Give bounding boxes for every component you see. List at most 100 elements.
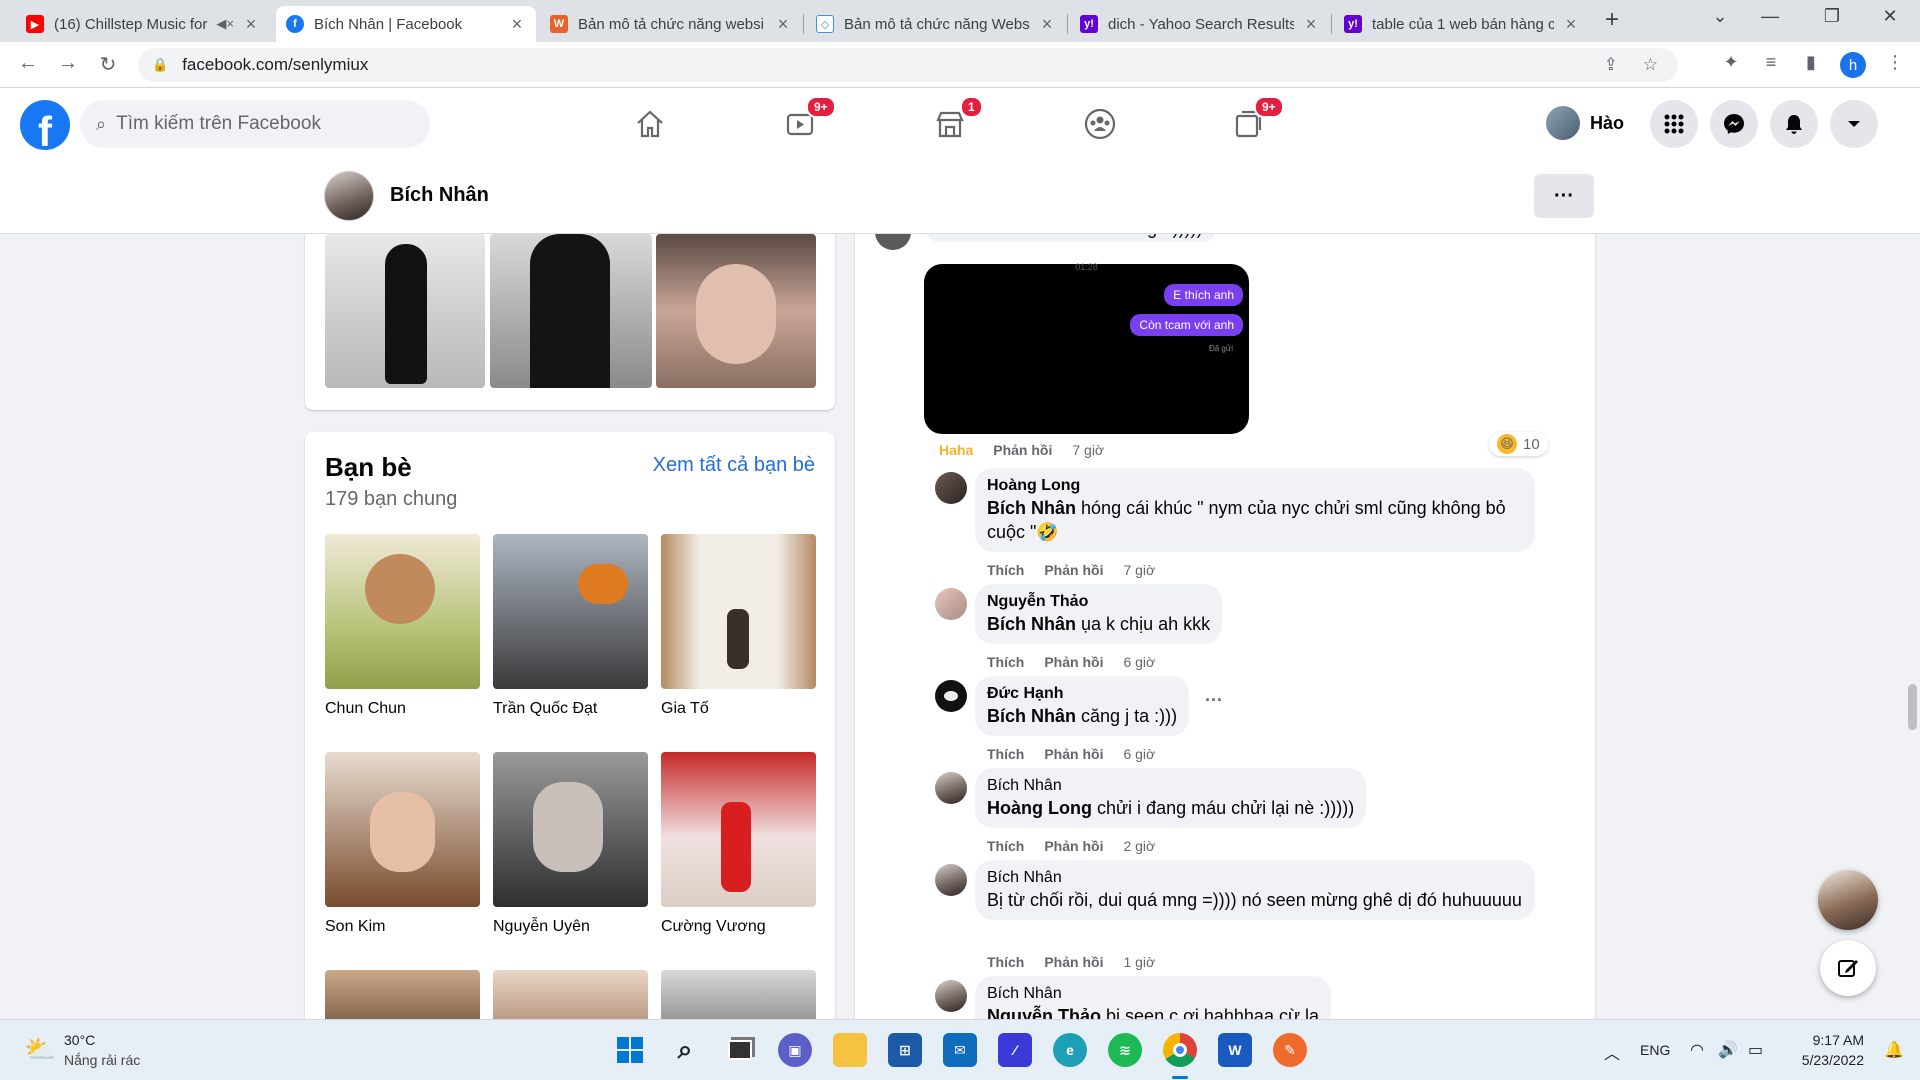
comment-tag[interactable]: Bích Nhân <box>987 706 1076 726</box>
battery-icon[interactable]: ▭ <box>1748 1040 1763 1060</box>
profile-more-button[interactable]: ··· <box>1534 174 1594 218</box>
search-input[interactable]: ⌕ Tìm kiếm trên Facebook <box>80 100 430 148</box>
clock-time[interactable]: 9:17 AM <box>1790 1032 1864 1048</box>
account-dropdown-icon[interactable] <box>1830 100 1878 148</box>
browser-tab-youtube[interactable]: ▶ (16) Chillstep Music for ◀× × <box>16 6 270 42</box>
photo-thumbnail[interactable] <box>490 234 652 388</box>
restore-button[interactable]: ❐ <box>1812 6 1852 27</box>
reload-icon[interactable]: ↻ <box>94 52 122 77</box>
mail-icon[interactable]: ✉ <box>943 1033 977 1067</box>
reply-link[interactable]: Phản hồi <box>1044 746 1103 762</box>
reply-link[interactable]: Phản hồi <box>993 442 1052 458</box>
groups-icon[interactable] <box>1080 104 1120 144</box>
avatar[interactable] <box>875 234 911 250</box>
windows-start-icon[interactable] <box>613 1033 647 1067</box>
friend-name[interactable]: Son Kim <box>325 918 385 936</box>
tab-search-icon[interactable]: ⌄ <box>1700 6 1740 27</box>
like-link[interactable]: Thích <box>987 654 1024 670</box>
friend-photo[interactable] <box>493 970 648 1019</box>
avatar[interactable] <box>935 472 967 504</box>
comment-tag[interactable]: Nguyễn Thảo <box>987 1006 1101 1019</box>
profile-avatar[interactable]: h <box>1840 52 1866 78</box>
app-icon[interactable]: ⁄ <box>998 1033 1032 1067</box>
pen-app-icon[interactable]: ✎ <box>1273 1033 1307 1067</box>
forward-icon[interactable]: → <box>54 52 82 75</box>
edge-icon[interactable]: e <box>1053 1033 1087 1067</box>
browser-tab-yahoo-2[interactable]: y! table của 1 web bán hàng c × <box>1334 6 1590 42</box>
close-tab-icon[interactable]: × <box>508 14 526 35</box>
marketplace-icon[interactable]: 1 <box>930 96 983 144</box>
file-explorer-icon[interactable] <box>833 1033 867 1067</box>
comment-author[interactable]: Hoàng Long <box>987 476 1523 496</box>
share-icon[interactable]: ⇪ <box>1604 55 1618 75</box>
comment-tag[interactable]: Bích Nhân <box>987 614 1076 634</box>
weather-temperature[interactable]: 30°C <box>64 1032 95 1048</box>
like-link[interactable]: Thích <box>987 746 1024 762</box>
friend-photo[interactable] <box>493 534 648 689</box>
like-link[interactable]: Thích <box>987 562 1024 578</box>
home-icon[interactable] <box>630 104 670 144</box>
friend-photo[interactable] <box>493 752 648 907</box>
menu-kebab-icon[interactable]: ⋮ <box>1882 52 1908 73</box>
profile-avatar[interactable] <box>324 171 374 221</box>
scrollbar-thumb[interactable] <box>1908 684 1917 730</box>
reply-link[interactable]: Phản hồi <box>1044 562 1103 578</box>
browser-tab-facebook[interactable]: f Bích Nhân | Facebook × <box>276 6 536 42</box>
reaction-summary[interactable]: 😆 10 <box>1489 432 1548 456</box>
watch-icon[interactable]: 9+ <box>780 96 836 144</box>
profile-name[interactable]: Bích Nhân <box>390 184 489 207</box>
photo-thumbnail[interactable] <box>656 234 816 388</box>
comment-author[interactable]: Đức Hạnh <box>987 684 1177 704</box>
chat-head-avatar[interactable] <box>1818 870 1878 930</box>
friend-name[interactable]: Cường Vương <box>661 918 766 936</box>
new-message-button[interactable] <box>1820 940 1876 996</box>
like-link[interactable]: Thích <box>987 838 1024 854</box>
user-profile-link[interactable]: Hào <box>1546 106 1624 140</box>
reply-link[interactable]: Phản hồi <box>1044 654 1103 670</box>
comment-tag[interactable]: Hoàng Long <box>987 798 1092 818</box>
address-bar[interactable]: 🔒 facebook.com/senlymiux ⇪ ☆ <box>138 48 1678 82</box>
close-tab-icon[interactable]: × <box>1038 14 1056 35</box>
close-tab-icon[interactable]: × <box>1562 14 1580 35</box>
like-link[interactable]: Thích <box>987 954 1024 970</box>
reply-link[interactable]: Phản hồi <box>1044 838 1103 854</box>
avatar[interactable] <box>935 680 967 712</box>
comment-author[interactable]: Nguyễn Thảo <box>987 592 1210 612</box>
wifi-icon[interactable]: ◠ <box>1690 1040 1704 1060</box>
tray-chevron-up-icon[interactable]: ︿ <box>1604 1040 1620 1064</box>
friend-photo[interactable] <box>661 752 816 907</box>
spotify-icon[interactable]: ≋ <box>1108 1033 1142 1067</box>
see-all-friends-link[interactable]: Xem tất cả bạn bè <box>653 454 815 477</box>
browser-tab-doc[interactable]: ◇ Bản mô tả chức năng Webs × <box>806 6 1066 42</box>
facebook-logo[interactable]: f <box>20 100 70 150</box>
close-tab-icon[interactable]: × <box>774 14 792 35</box>
browser-tab-yahoo-1[interactable]: y! dich - Yahoo Search Results × <box>1070 6 1330 42</box>
weather-description[interactable]: Nắng rải rác <box>64 1052 140 1068</box>
comment-author[interactable]: Bích Nhân <box>987 776 1354 796</box>
page-scrollbar[interactable] <box>1904 234 1920 1019</box>
menu-grid-icon[interactable] <box>1650 100 1698 148</box>
friend-photo[interactable] <box>325 970 480 1019</box>
back-icon[interactable]: ← <box>14 52 42 75</box>
close-tab-icon[interactable]: × <box>1302 14 1320 35</box>
gaming-icon[interactable]: 9+ <box>1228 96 1284 144</box>
comment-more-options-icon[interactable]: ··· <box>1205 690 1223 711</box>
friend-name[interactable]: Chun Chun <box>325 700 406 718</box>
teams-chat-icon[interactable]: ▣ <box>778 1033 812 1067</box>
haha-reaction-label[interactable]: Haha <box>939 442 973 458</box>
chrome-icon[interactable] <box>1163 1033 1197 1067</box>
friend-name[interactable]: Nguyễn Uyên <box>493 918 590 936</box>
extensions-icon[interactable]: ✦ <box>1718 52 1744 73</box>
close-tab-icon[interactable]: × <box>242 14 260 35</box>
bookmark-star-icon[interactable]: ☆ <box>1643 55 1658 75</box>
new-tab-button[interactable]: + <box>1592 6 1632 34</box>
speaker-muted-icon[interactable]: ◀× <box>216 16 234 32</box>
avatar[interactable] <box>935 864 967 896</box>
friend-photo[interactable] <box>325 752 480 907</box>
friend-name[interactable]: Gia Tố <box>661 700 709 718</box>
comment-tag[interactable]: Bích Nhân <box>987 498 1076 518</box>
clock-date[interactable]: 5/23/2022 <box>1784 1052 1864 1068</box>
messenger-icon[interactable] <box>1710 100 1758 148</box>
avatar[interactable] <box>935 980 967 1012</box>
reply-link[interactable]: Phản hồi <box>1044 954 1103 970</box>
